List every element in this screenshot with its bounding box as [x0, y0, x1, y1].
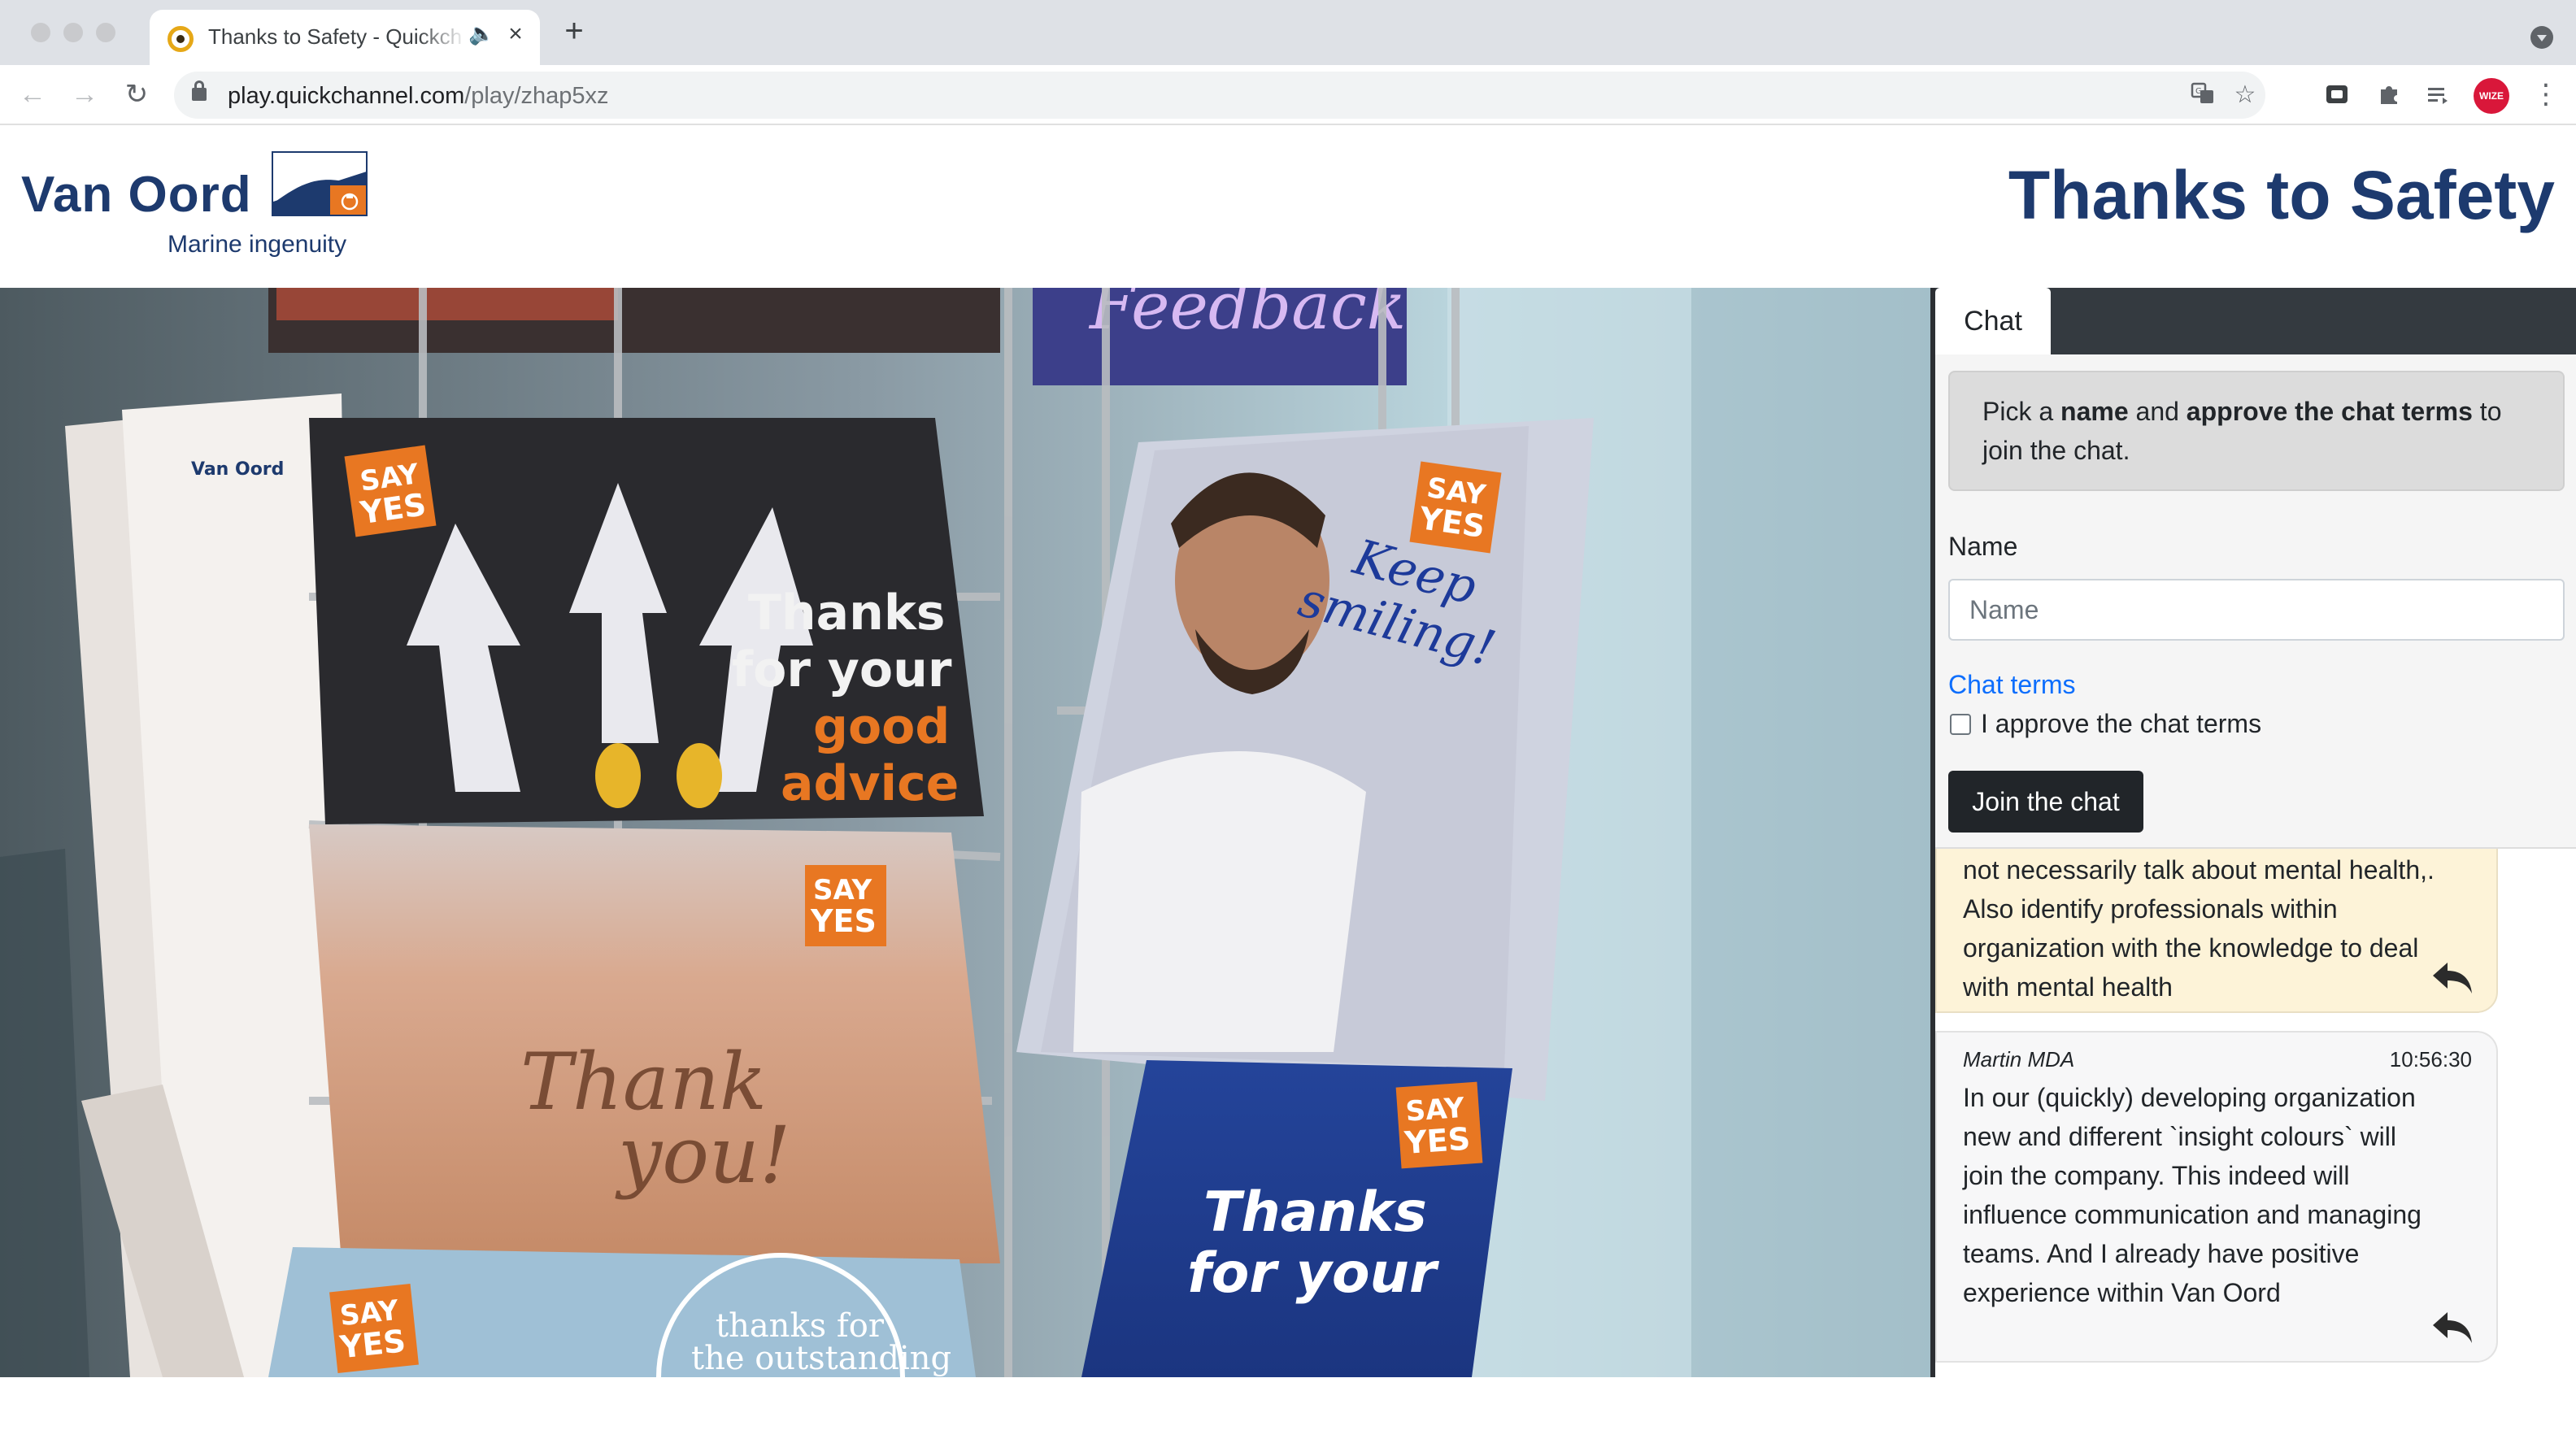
address-bar[interactable]: play.quickchannel.com/play/zhap5xz G ☆ — [174, 72, 2265, 119]
name-label: Name — [1948, 532, 2018, 561]
svg-text:the outstanding: the outstanding — [691, 1340, 951, 1377]
profile-avatar[interactable]: WIZE — [2474, 78, 2509, 114]
forward-button[interactable]: → — [65, 75, 104, 114]
new-tab-button[interactable]: + — [556, 15, 592, 50]
message-time: 10:56:30 — [2389, 1047, 2472, 1072]
reply-icon[interactable] — [2431, 959, 2474, 995]
svg-text:Feedback: Feedback — [1088, 288, 1406, 344]
terms-checkbox-label[interactable]: I approve the chat terms — [1981, 709, 2261, 739]
svg-text:for your: for your — [732, 641, 952, 698]
lock-icon[interactable] — [192, 80, 207, 101]
join-notice: Pick a name and approve the chat terms t… — [1948, 371, 2565, 491]
svg-text:for your: for your — [1187, 1241, 1440, 1306]
url-path: /play/zhap5xz — [464, 83, 609, 109]
url-host: play.quickchannel.com — [228, 83, 465, 109]
svg-text:YES: YES — [810, 903, 877, 939]
message-author: Martin MDA — [1963, 1047, 2075, 1072]
tab-search-icon[interactable] — [2530, 26, 2553, 49]
browser-toolbar: ← → ↻ play.quickchannel.com/play/zhap5xz… — [0, 65, 2576, 125]
back-button[interactable]: ← — [13, 75, 52, 114]
audio-icon[interactable]: 🔈 — [468, 21, 494, 46]
extension-icon[interactable] — [2322, 81, 2352, 111]
browser-tab-strip: Thanks to Safety - Quickchannel 🔈 × + — [0, 0, 2576, 65]
puzzle-icon[interactable] — [2374, 81, 2404, 111]
chat-message-list[interactable]: not necessarily talk about mental health… — [1935, 847, 2576, 1377]
brand-logo-flag — [272, 151, 368, 216]
svg-text:YES: YES — [337, 1323, 407, 1365]
chat-panel: Chat Pick a name and approve the chat te… — [1935, 288, 2576, 1377]
bookmark-star-icon[interactable]: ☆ — [2231, 81, 2259, 109]
svg-text:Thanks: Thanks — [1203, 1180, 1427, 1245]
browser-tab-active[interactable]: Thanks to Safety - Quickchannel 🔈 × — [150, 10, 540, 65]
page-header: Van Oord Marine ingenuity Thanks to Safe… — [0, 127, 2576, 288]
checkbox-icon[interactable] — [1950, 714, 1971, 735]
favicon-icon — [168, 26, 194, 52]
window-zoom-dot[interactable] — [96, 23, 115, 42]
brand-tagline: Marine ingenuity — [168, 231, 347, 258]
svg-text:you!: you! — [615, 1110, 790, 1201]
reload-button[interactable]: ↻ — [117, 75, 156, 114]
browser-menu-icon[interactable]: ⋮ — [2532, 78, 2560, 114]
notice-emphasis: name — [2060, 397, 2129, 426]
chat-tabbar: Chat — [1935, 288, 2576, 354]
svg-text:G: G — [2195, 87, 2202, 96]
notice-emphasis: approve the chat terms — [2186, 397, 2473, 426]
notice-text: and — [2128, 397, 2187, 426]
reading-list-icon[interactable] — [2423, 81, 2452, 111]
svg-text:YES: YES — [1403, 1120, 1472, 1161]
join-chat-button[interactable]: Join the chat — [1948, 771, 2143, 833]
translate-icon[interactable]: G — [2189, 81, 2217, 109]
chat-terms-link[interactable]: Chat terms — [1948, 670, 2075, 700]
svg-text:good: good — [813, 698, 950, 755]
tab-title-fade — [418, 18, 467, 59]
chat-message: Martin MDA 10:56:30 In our (quickly) dev… — [1935, 1031, 2498, 1363]
brand-name[interactable]: Van Oord — [21, 166, 252, 224]
tab-chat[interactable]: Chat — [1935, 288, 2051, 354]
svg-text:Van Oord: Van Oord — [191, 459, 284, 480]
reply-icon[interactable] — [2431, 1309, 2474, 1345]
name-input[interactable] — [1948, 579, 2565, 641]
window-close-dot[interactable] — [31, 23, 50, 42]
svg-text:advice: advice — [781, 755, 959, 812]
svg-text:Thanks: Thanks — [748, 585, 945, 641]
chat-message: not necessarily talk about mental health… — [1935, 849, 2498, 1013]
tab-close-button[interactable]: × — [499, 18, 532, 50]
page-title: Thanks to Safety — [2008, 157, 2555, 233]
video-player[interactable]: Feedback Van Oord SAY YES Thanks for you… — [0, 288, 1930, 1377]
video-frame-image: Feedback Van Oord SAY YES Thanks for you… — [0, 288, 1930, 1377]
window-minimize-dot[interactable] — [63, 23, 83, 42]
notice-text: Pick a — [1982, 397, 2061, 426]
message-text: In our (quickly) developing organization… — [1963, 1083, 2422, 1307]
svg-text:SAY: SAY — [813, 874, 872, 906]
url-text[interactable]: play.quickchannel.com/play/zhap5xz — [228, 83, 609, 110]
message-text: not necessarily talk about mental health… — [1963, 855, 2435, 1002]
